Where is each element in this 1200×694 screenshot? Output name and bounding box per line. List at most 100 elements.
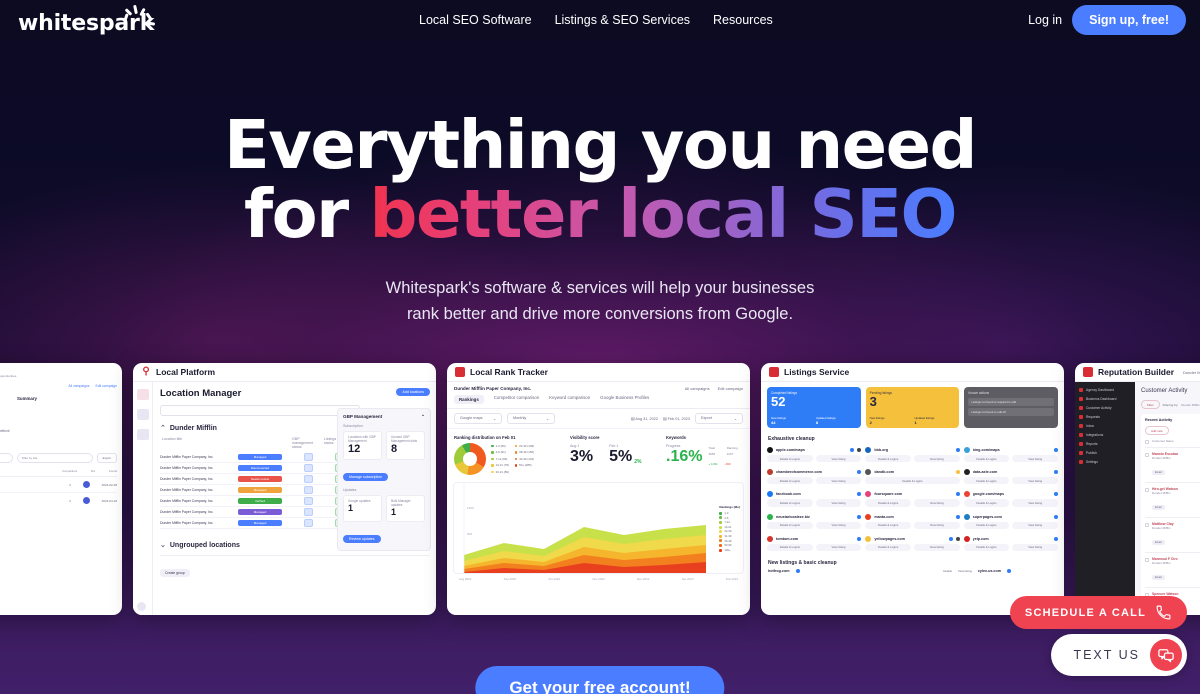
screenshot-card-citation-finder[interactable]: …rea a week and email you new citations … xyxy=(0,363,122,615)
sidebar-icon-grid[interactable] xyxy=(136,409,149,420)
citation-finder-all-campaigns[interactable]: All campaigns xyxy=(68,384,89,388)
screenshot-card-local-platform[interactable]: ⚲ Local Platform Location Manager ⌃ Dund… xyxy=(133,363,436,615)
list-item[interactable]: google.com/maps Details & Logins View list… xyxy=(963,489,1058,509)
text-us-label: TEXT US xyxy=(1073,648,1140,662)
location-search-input[interactable] xyxy=(160,405,360,416)
sidebar-item-integrations[interactable]: Integrations xyxy=(1079,433,1131,437)
customer-tag: Email xyxy=(1152,470,1165,475)
customer-tag: Email xyxy=(1152,540,1165,545)
manage-subscription-button[interactable]: Manage subscription xyxy=(343,473,389,481)
site-name: google.com/maps xyxy=(972,492,1005,497)
chevron-up-icon[interactable]: ⌃ xyxy=(421,414,425,420)
review-updates-button[interactable]: Review updates xyxy=(343,535,381,543)
view-listing-button: View listing xyxy=(1012,499,1058,507)
screenshot-card-rank-tracker[interactable]: Local Rank Tracker Dunder Mifflin Paper … xyxy=(447,363,750,615)
nav-item-resources[interactable]: Resources xyxy=(713,13,773,27)
schedule-a-call-button[interactable]: SCHEDULE A CALL xyxy=(1009,596,1187,629)
table-row[interactable]: 4 2023-04-18 xyxy=(0,493,117,508)
list-item[interactable]: facebook.com Details & Logins View listing xyxy=(767,489,862,509)
text-us-button[interactable]: TEXT US xyxy=(1051,634,1187,676)
date-to[interactable]: ▤ Feb 01, 2023 xyxy=(663,416,690,421)
starburst-icon xyxy=(123,5,155,26)
list-item[interactable]: bbb.org Details & Logins View listing xyxy=(865,445,960,465)
sidebar-icon-locations[interactable] xyxy=(136,389,149,400)
keywords-label: Keywords xyxy=(666,435,687,440)
rankings-chart-legend: Rankings (Mo) 1-3 4-6 7-12 13-21 22-30 3… xyxy=(719,505,740,552)
add-new-button[interactable]: Add new xyxy=(1145,426,1169,435)
list-item[interactable]: data-axle.com Details & Logins View listin… xyxy=(963,467,1058,487)
view-listing-button: View listing xyxy=(914,499,960,507)
sidebar-item-business-dashboard[interactable]: Business Dashboard xyxy=(1079,397,1131,401)
screenshot-card-listings-service[interactable]: Listings Service Completed listings 52 N… xyxy=(761,363,1064,615)
date-from[interactable]: ▤ Aug 31, 2022 xyxy=(631,416,658,421)
export-button[interactable]: Export ⌄ xyxy=(695,413,743,424)
tab-google-business-profiles[interactable]: Google Business Profiles xyxy=(600,395,649,404)
details-button[interactable]: Details xyxy=(943,569,952,573)
list-item[interactable]: apple.com/maps Details & Logins View listi… xyxy=(767,445,862,465)
sidebar-item-settings[interactable]: Settings xyxy=(1079,460,1131,464)
list-item[interactable]: manta.com Details & Logins View listing xyxy=(865,512,960,532)
sidebar-item-customer-activity[interactable]: Customer Activity xyxy=(1079,406,1131,410)
sidebar-item-requests[interactable]: Requests xyxy=(1079,415,1131,419)
stat-bulk-manager-updates: Bulk Manager updates 1 xyxy=(386,495,425,522)
logo[interactable]: whitespark xyxy=(18,5,155,37)
tab-rankings[interactable]: Rankings xyxy=(454,395,484,404)
ranking-label: Ranking 1207 xyxy=(726,446,738,456)
list-item[interactable]: neustarlocaleze.biz Details & Logins View … xyxy=(767,512,862,532)
details-logins-button: Details & Logins xyxy=(767,499,813,507)
nav-item-local-seo-software[interactable]: Local SEO Software xyxy=(419,13,532,27)
known-action-row: Listings not found or edit off xyxy=(968,408,1055,416)
signup-button[interactable]: Sign up, free! xyxy=(1072,5,1186,35)
sidebar-item-reports[interactable]: Reports xyxy=(1079,442,1131,446)
main-nav: Local SEO Software Listings & SEO Servic… xyxy=(419,0,773,40)
reputation-account-label[interactable]: Dunder Mifflin xyxy=(1183,370,1200,375)
rank-tracker-all-campaigns[interactable]: All campaigns xyxy=(685,386,710,391)
filter-search-engine[interactable]: Google maps ⌄ xyxy=(454,413,502,424)
tab-competitor-comparison[interactable]: Competitor comparison xyxy=(494,395,539,404)
screenshot-card-reputation-builder[interactable]: Reputation Builder Dunder Mifflin Agency… xyxy=(1075,363,1200,615)
citation-finder-filter-site[interactable]: Filter by site xyxy=(16,453,93,463)
list-item[interactable]: chamberofcommerce.com Details & Logins Vie… xyxy=(767,467,862,487)
view-listing-button: View listing xyxy=(914,455,960,463)
hero-headline-for: for xyxy=(243,175,370,253)
get-free-account-button[interactable]: Get your free account! xyxy=(475,666,725,694)
citation-row-competitors: 4 xyxy=(68,498,71,503)
list-item[interactable]: superpages.com Details & Logins View listi… xyxy=(963,512,1058,532)
create-group-button[interactable]: Create group xyxy=(160,569,190,577)
login-link[interactable]: Log in xyxy=(1028,13,1062,27)
table-row[interactable]: Marwood F Ciro Dunder Mifflin Email xyxy=(1145,552,1200,587)
visibility-score-label: Visibility score xyxy=(570,435,600,440)
rank-tracker-campaign-name[interactable]: Dunder Mifflin Paper Company, Inc. xyxy=(454,386,531,391)
rank-tracker-edit-campaign[interactable]: Edit campaign xyxy=(718,386,743,391)
list-item[interactable]: yellowpages.com Details & Logins View list… xyxy=(865,534,960,554)
site-name: apple.com/maps xyxy=(776,448,805,452)
sidebar-item-publish[interactable]: Publish xyxy=(1079,451,1131,455)
nav-item-listings-seo-services[interactable]: Listings & SEO Services xyxy=(555,13,690,27)
list-item[interactable]: bing.com/maps Details & Logins View listin… xyxy=(963,445,1058,465)
table-row[interactable]: Matthew Clay Dunder Mifflin Email xyxy=(1145,517,1200,552)
listings-service-app-name: Listings Service xyxy=(784,367,850,377)
citation-finder-filter-competitors[interactable]: Filter by competitors xyxy=(0,453,13,463)
list-item[interactable]: foursquare.com Details & Logins View listi… xyxy=(865,489,960,509)
gear-icon[interactable] xyxy=(137,602,146,611)
details-logins-button: Details & Logins xyxy=(767,543,813,551)
sidebar-item-agency-dashboard[interactable]: Agency Dashboard xyxy=(1079,388,1131,392)
filter-frequency[interactable]: Monthly ⌄ xyxy=(507,413,555,424)
details-logins-button: Details & Logins xyxy=(963,521,1010,529)
view-listing-button[interactable]: View listing xyxy=(958,569,972,573)
filter-button[interactable]: Filter xyxy=(1141,400,1160,409)
tab-keyword-comparison[interactable]: Keyword comparison xyxy=(549,395,590,404)
table-row[interactable]: 4 2023-02-28 xyxy=(0,477,117,493)
citation-finder-edit-campaign[interactable]: Edit campaign xyxy=(96,384,118,388)
citation-finder-export[interactable]: Export xyxy=(96,453,118,463)
metric-3-value: .16% xyxy=(666,448,703,465)
table-row[interactable]: Hiro-gel Watson Dunder Mifflin Email xyxy=(1145,482,1200,517)
sidebar-item-inbox[interactable]: Inbox xyxy=(1079,424,1131,428)
sidebar-icon-cards[interactable] xyxy=(136,429,149,440)
stat-value: 52 xyxy=(771,394,786,409)
list-item[interactable]: tomtom.com Details & Logins View listing xyxy=(767,534,862,554)
add-locations-button[interactable]: Add locations xyxy=(396,388,430,396)
list-item[interactable]: yelp.com Details & Logins View listing xyxy=(963,534,1058,554)
list-item[interactable]: dandb.com Details & Logins xyxy=(865,467,960,487)
table-row[interactable]: Manolo Escobar Dunder Mifflin Email xyxy=(1145,447,1200,482)
